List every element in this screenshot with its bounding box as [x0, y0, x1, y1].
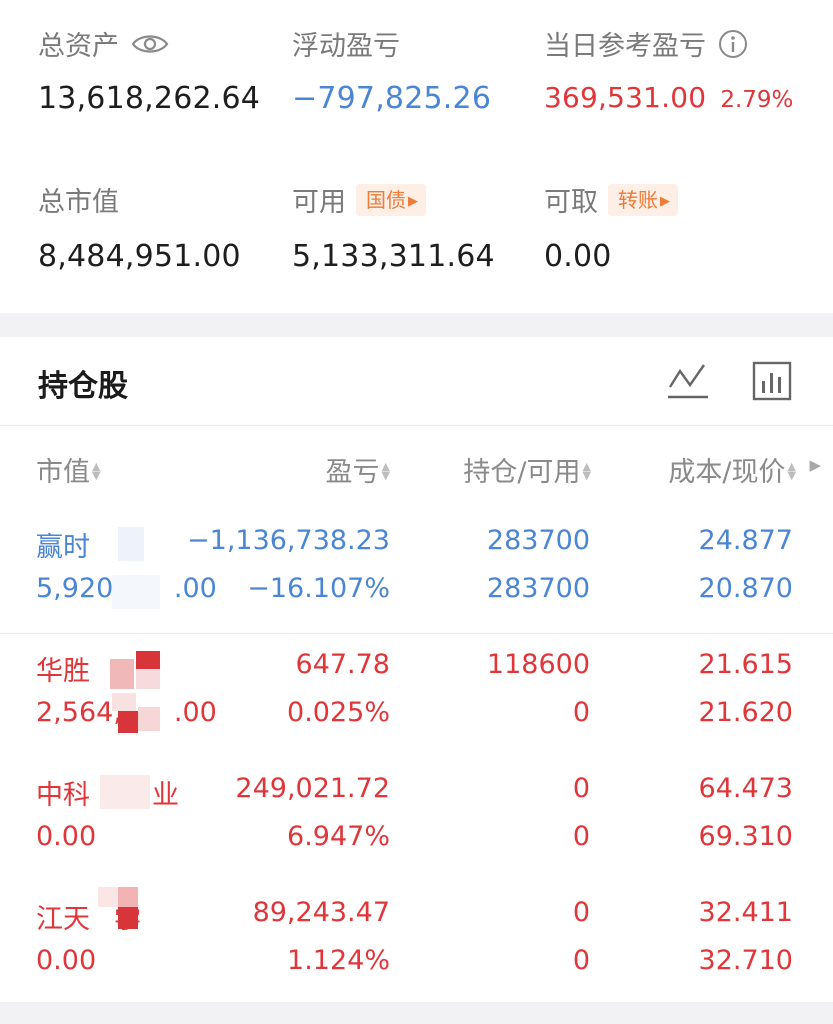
pl-pct: 6.947%: [287, 821, 390, 852]
market-value-value: 8,484,951.00: [38, 239, 241, 274]
redaction-mosaic: [112, 575, 160, 609]
eye-icon[interactable]: [131, 32, 169, 56]
info-icon[interactable]: [718, 29, 748, 59]
col-pl[interactable]: 盈亏 ▲ ▼: [326, 450, 390, 489]
market-value-label: 总市值: [38, 187, 119, 218]
position-qty: 0: [572, 773, 590, 804]
market-value-text: 5,920,: [36, 573, 122, 604]
stock-name: 华胜: [36, 649, 90, 688]
account-summary: 总资产 13,618,262.64 浮动盈亏 −797,825.26 当日参考盈…: [0, 0, 833, 313]
market-value: 总市值 8,484,951.00: [38, 180, 241, 274]
treasury-bond-label: 国债: [366, 187, 406, 212]
redaction-mosaic: [118, 527, 144, 561]
daily-ref-pl-label: 当日参考盈亏: [544, 31, 706, 62]
available-qty: 283700: [486, 573, 590, 604]
stock-name: 赢时: [36, 525, 112, 564]
available-value: 5,133,311.64: [292, 239, 495, 274]
transfer-label: 转账: [618, 187, 658, 212]
treasury-bond-button[interactable]: 国债 ▶: [356, 183, 426, 216]
holdings-table-header: 市值 ▲ ▼ 盈亏 ▲ ▼ 持仓/可用 ▲ ▼ 成本/现价 ▲ ▼ ▶: [0, 425, 833, 516]
position-qty: 118600: [486, 649, 590, 680]
redaction-mosaic: [100, 775, 150, 809]
triangle-right-icon: ▶: [408, 193, 418, 209]
col-cost-price[interactable]: 成本/现价 ▲ ▼: [668, 450, 796, 489]
daily-ref-pl-value: 369,531.00: [544, 81, 707, 114]
sort-icon: ▲ ▼: [381, 460, 390, 482]
daily-ref-pl-pct: 2.79%: [720, 87, 794, 113]
market-value-tail: .00: [173, 573, 217, 604]
current-price: 21.620: [698, 697, 793, 728]
available-qty: 0: [572, 945, 590, 976]
available-funds: 可用 国债 ▶ 5,133,311.64: [292, 180, 495, 274]
sort-icon: ▲ ▼: [582, 460, 591, 482]
col-market-value[interactable]: 市值 ▲ ▼: [36, 450, 100, 489]
position-qty: 0: [572, 897, 590, 928]
daily-ref-pl: 当日参考盈亏 369,531.00 2.79%: [544, 24, 793, 114]
withdrawable-funds: 可取 转账 ▶ 0.00: [544, 180, 678, 274]
cost-price: 24.877: [698, 525, 793, 556]
pl-value: 647.78: [295, 649, 390, 680]
floating-pl-label: 浮动盈亏: [292, 31, 400, 62]
sort-icon: ▲ ▼: [92, 460, 101, 482]
position-qty: 283700: [486, 525, 590, 556]
stock-name-text: 华胜: [36, 656, 90, 687]
col-market-value-label: 市值: [36, 457, 90, 488]
market-value: 0.00: [36, 821, 97, 852]
table-row[interactable]: 江天学 0.00 89,243.47 1.124% 0 0 32.411 32.…: [0, 887, 833, 999]
pl-value: −1,136,738.23: [187, 525, 390, 556]
redaction-mosaic: [112, 693, 160, 733]
chevron-right-icon[interactable]: ▶: [809, 456, 821, 474]
market-value-text: 2,564,: [36, 697, 122, 728]
withdrawable-label: 可取: [544, 187, 598, 218]
stock-name-text: 中科: [36, 780, 90, 811]
row-divider: [0, 633, 833, 634]
floating-pl: 浮动盈亏 −797,825.26: [292, 24, 491, 116]
floating-pl-value: −797,825.26: [292, 81, 492, 116]
stock-name-text: 江天: [36, 904, 90, 935]
pl-value: 249,021.72: [235, 773, 390, 804]
table-row[interactable]: 赢时 5,920, .00 −1,136,738.23 −16.107% 2837…: [0, 515, 833, 633]
stock-name-text: 赢时: [36, 532, 90, 563]
col-position[interactable]: 持仓/可用 ▲ ▼: [463, 450, 591, 489]
available-qty: 0: [572, 821, 590, 852]
table-row[interactable]: 华胜 2,564, .00 647.78 0.025% 118600 0 21.6…: [0, 639, 833, 757]
current-price: 69.310: [698, 821, 793, 852]
trend-line-icon[interactable]: [666, 359, 710, 403]
total-assets-label: 总资产: [38, 31, 119, 62]
available-label: 可用: [292, 187, 346, 218]
table-row[interactable]: 中科 业 0.00 249,021.72 6.947% 0 0 64.473 69…: [0, 763, 833, 881]
total-assets-value: 13,618,262.64: [38, 81, 261, 116]
pl-pct: 0.025%: [287, 697, 390, 728]
holdings-title: 持仓股: [38, 369, 128, 404]
cost-price: 32.411: [698, 897, 793, 928]
triangle-right-icon: ▶: [660, 193, 670, 209]
pl-value: 89,243.47: [252, 897, 390, 928]
market-value-tail: .00: [173, 697, 217, 728]
total-assets: 总资产 13,618,262.64: [38, 24, 260, 116]
col-position-label: 持仓/可用: [463, 457, 581, 488]
market-value: 0.00: [36, 945, 97, 976]
cost-price: 21.615: [698, 649, 793, 680]
col-cost-price-label: 成本/现价: [668, 457, 786, 488]
available-qty: 0: [572, 697, 590, 728]
redaction-mosaic: [110, 651, 160, 689]
pl-pct: 1.124%: [287, 945, 390, 976]
pl-pct: −16.107%: [247, 573, 390, 604]
withdrawable-value: 0.00: [544, 239, 612, 274]
redaction-mosaic: [98, 887, 140, 929]
stock-name-tail: 业: [152, 780, 179, 811]
holdings-panel: 持仓股 市值 ▲ ▼ 盈亏 ▲ ▼ 持仓/可用 ▲ ▼ 成本/现价 ▲ ▼ ▶ 赢时 5,920…: [0, 337, 833, 1002]
cost-price: 64.473: [698, 773, 793, 804]
current-price: 32.710: [698, 945, 793, 976]
sort-icon: ▲ ▼: [787, 460, 796, 482]
bar-chart-icon[interactable]: [750, 359, 794, 403]
col-pl-label: 盈亏: [325, 457, 380, 488]
current-price: 20.870: [698, 573, 793, 604]
transfer-button[interactable]: 转账 ▶: [608, 183, 678, 216]
